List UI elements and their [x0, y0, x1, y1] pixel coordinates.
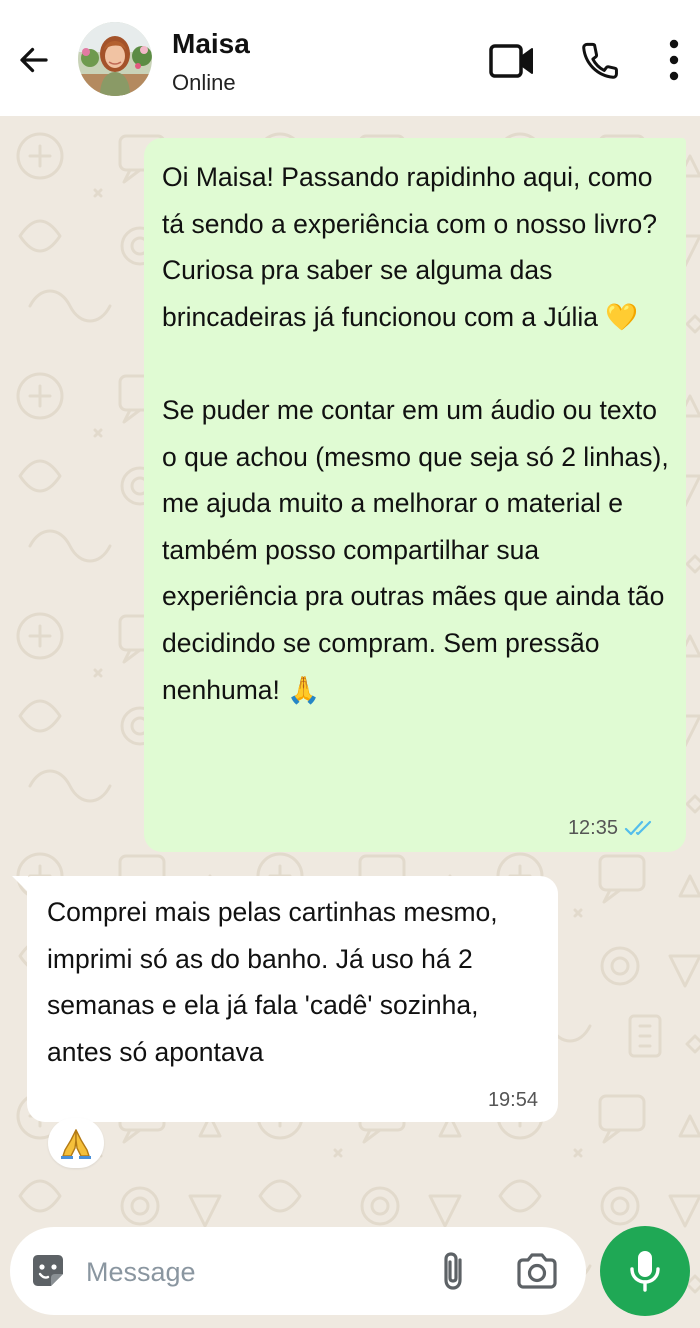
- voice-message-button[interactable]: [600, 1226, 690, 1316]
- attach-button[interactable]: [432, 1249, 476, 1293]
- chat-header: Maisa Online: [0, 0, 700, 116]
- contact-status: Online: [172, 70, 236, 95]
- outgoing-message[interactable]: Oi Maisa! Passando rapidinho aqui, como …: [144, 138, 686, 852]
- more-options-button[interactable]: [656, 32, 692, 88]
- sticker-button[interactable]: [26, 1249, 70, 1293]
- phone-icon: [582, 42, 618, 79]
- message-time: 19:54: [487, 1089, 538, 1111]
- video-camera-icon: [489, 44, 533, 78]
- paperclip-icon: [444, 1252, 462, 1290]
- double-check-icon: [624, 820, 652, 836]
- arrow-left-icon: [20, 47, 48, 73]
- camera-icon: [517, 1253, 557, 1289]
- sticker-icon: [33, 1255, 63, 1286]
- message-text: Oi Maisa! Passando rapidinho aqui, como …: [162, 162, 669, 705]
- message-meta: 12:35: [568, 816, 656, 840]
- microphone-icon: [630, 1251, 660, 1292]
- back-button[interactable]: [12, 38, 56, 82]
- message-reaction[interactable]: [48, 1118, 104, 1168]
- camera-button[interactable]: [512, 1249, 562, 1293]
- contact-name[interactable]: Maisa: [172, 28, 250, 60]
- contact-avatar[interactable]: [78, 22, 152, 96]
- message-text: Comprei mais pelas cartinhas mesmo, impr…: [47, 897, 498, 1067]
- video-call-button[interactable]: [484, 36, 540, 86]
- folded-hands-icon: [61, 1129, 91, 1159]
- message-composer: [10, 1227, 586, 1315]
- message-time: 12:35: [567, 817, 618, 839]
- voice-call-button[interactable]: [574, 36, 626, 86]
- more-vertical-icon: [669, 39, 679, 81]
- message-input[interactable]: [86, 1251, 416, 1293]
- incoming-message[interactable]: Comprei mais pelas cartinhas mesmo, impr…: [27, 876, 558, 1122]
